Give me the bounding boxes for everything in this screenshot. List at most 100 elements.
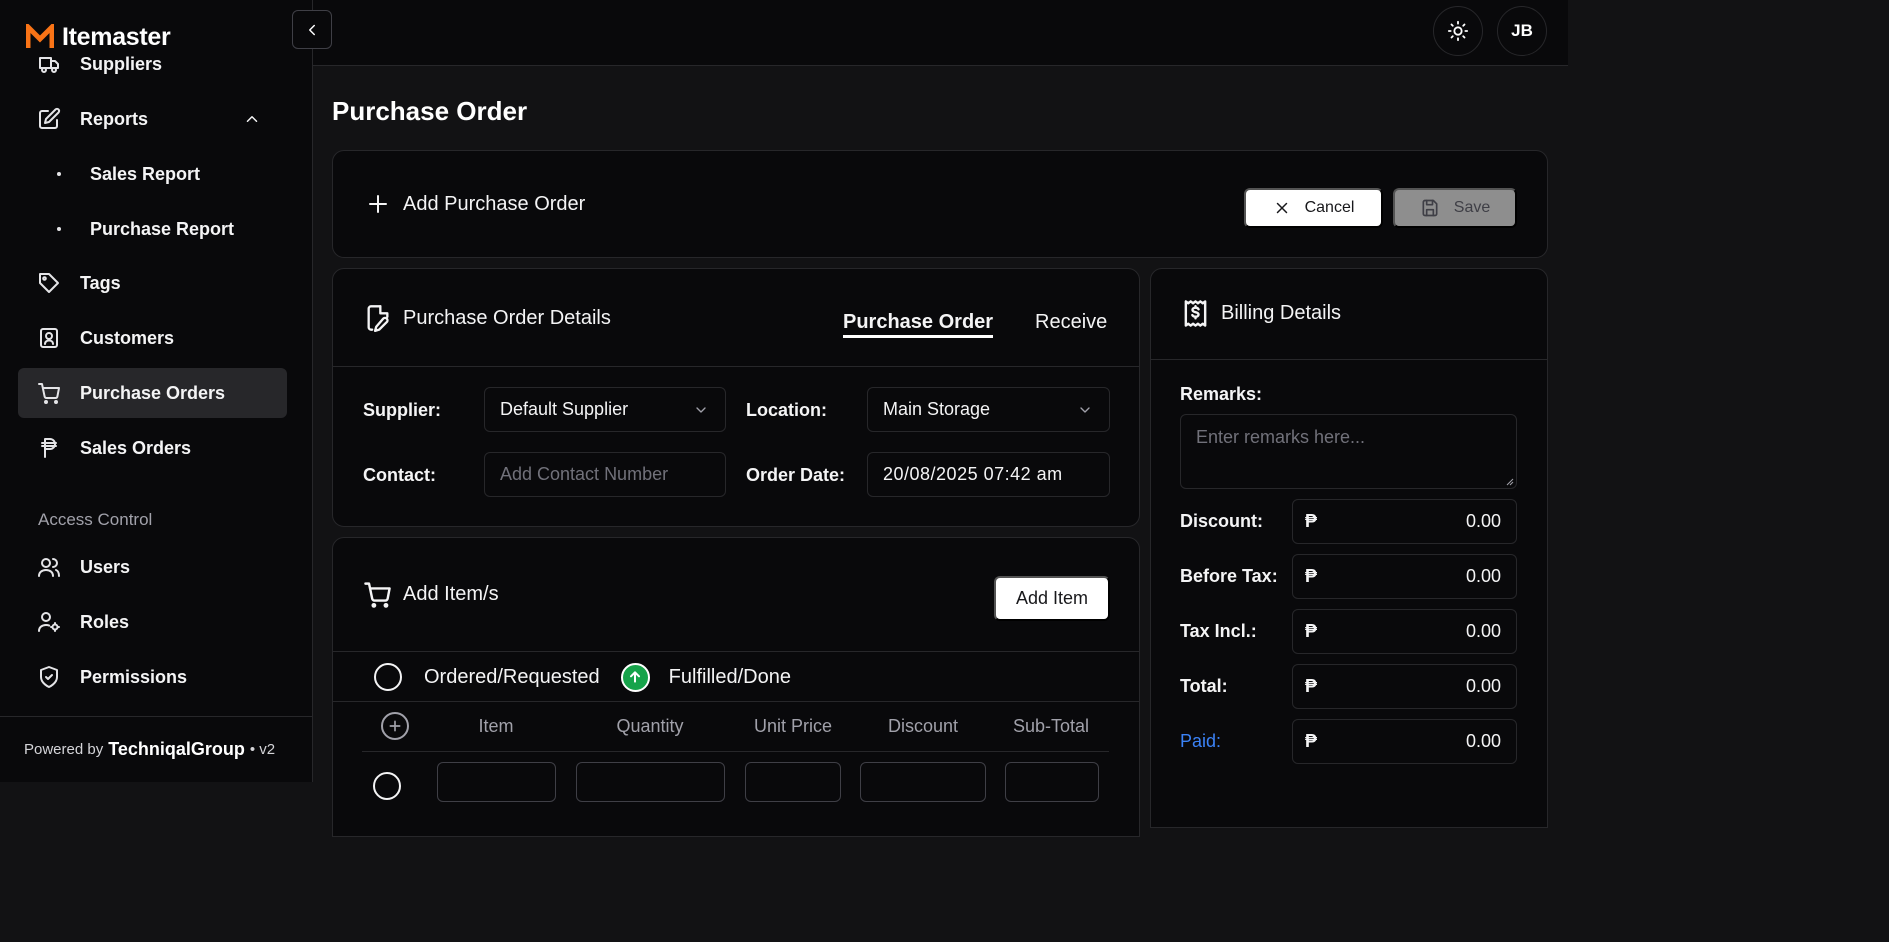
sun-icon <box>1447 20 1469 42</box>
footer-prefix: Powered by <box>24 741 104 758</box>
items-title: Add Item/s <box>403 583 499 605</box>
column-header-subtotal: Sub-Total <box>1012 716 1090 736</box>
plus-icon <box>389 720 401 732</box>
add-item-button[interactable]: Add Item <box>994 576 1110 621</box>
tax-incl-field: ₱ 0.00 <box>1292 609 1517 654</box>
sidebar-item-label: Customers <box>80 327 175 348</box>
contact-input[interactable]: Add Contact Number <box>484 452 726 497</box>
sidebar-item-label: Reports <box>80 108 149 129</box>
paid-label[interactable]: Paid: <box>1180 731 1221 752</box>
cancel-button[interactable]: Cancel <box>1244 188 1383 228</box>
contact-label: Contact: <box>363 465 436 485</box>
sidebar-subitem-label: Sales Report <box>90 163 201 184</box>
fulfilled-arrow-up-icon <box>620 662 650 692</box>
before-tax-label: Before Tax: <box>1180 566 1278 586</box>
file-edit-icon <box>367 305 389 332</box>
tab-receive[interactable]: Receive <box>1035 311 1107 334</box>
collapse-sidebar-button[interactable] <box>292 10 332 49</box>
row-unit-price-input[interactable] <box>745 762 841 802</box>
billing-title: Billing Details <box>1221 302 1342 324</box>
column-header-unit-price: Unit Price <box>753 716 833 736</box>
sidebar-item-sales-report[interactable]: Sales Report <box>0 154 312 194</box>
ordered-circle-icon <box>374 663 402 691</box>
add-row-button[interactable] <box>381 712 409 740</box>
close-icon <box>1276 202 1287 214</box>
sidebar-item-label: Suppliers <box>80 53 163 74</box>
billing-header: Billing Details <box>1181 299 1341 328</box>
m-logo-icon <box>26 24 54 48</box>
remarks-placeholder: Enter remarks here... <box>1196 427 1366 447</box>
row-quantity-input[interactable] <box>576 762 725 802</box>
order-date-input[interactable]: 20/08/2025 07:42 am <box>867 452 1110 497</box>
row-status-circle-icon[interactable] <box>373 772 401 800</box>
purchase-order-details-card: Purchase Order Details Purchase Order Re… <box>332 268 1140 527</box>
sidebar-footer: Powered by TechniqalGroup • v2 <box>0 716 312 782</box>
cancel-label: Cancel <box>1304 199 1355 216</box>
before-tax-value: 0.00 <box>1465 566 1501 586</box>
discount-value: 0.00 <box>1465 511 1501 531</box>
sidebar-item-label: Roles <box>80 611 130 632</box>
status-legend: Ordered/Requested Fulfilled/Done <box>374 662 791 692</box>
tag-icon <box>39 273 59 293</box>
contact-placeholder: Add Contact Number <box>500 464 669 484</box>
add-purchase-order-header: Add Purchase Order <box>366 192 585 216</box>
resize-handle-icon[interactable] <box>1504 476 1514 486</box>
edit-note-icon <box>39 107 61 129</box>
sidebar-item-label: Users <box>80 556 131 577</box>
chevron-up-icon <box>246 116 258 122</box>
brand-logo[interactable]: Itemaster <box>26 22 171 52</box>
tax-incl-label: Tax Incl.: <box>1180 621 1257 641</box>
paid-field[interactable]: ₱ 0.00 <box>1292 719 1517 764</box>
divider <box>333 366 1139 367</box>
supplier-label: Supplier: <box>363 400 442 420</box>
theme-toggle-button[interactable] <box>1433 6 1483 56</box>
save-label: Save <box>1453 199 1491 216</box>
brand-name: Itemaster <box>62 22 171 51</box>
sidebar-item-purchase-orders[interactable]: Purchase Orders <box>18 368 287 418</box>
action-bar-card: Add Purchase Order Cancel Save <box>332 150 1548 258</box>
sidebar-item-customers[interactable]: Customers <box>18 313 287 363</box>
location-select[interactable]: Main Storage <box>867 387 1110 432</box>
discount-label: Discount: <box>1180 511 1263 531</box>
discount-field[interactable]: ₱ 0.00 <box>1292 499 1517 544</box>
sidebar-item-sales-orders[interactable]: Sales Orders <box>18 423 287 473</box>
legend-fulfilled: Fulfilled/Done <box>668 665 791 688</box>
row-subtotal-field <box>1005 762 1099 802</box>
sidebar-item-users[interactable]: Users <box>18 542 287 592</box>
shield-check-icon <box>40 666 58 688</box>
supplier-select[interactable]: Default Supplier <box>484 387 726 432</box>
location-label: Location: <box>746 400 827 420</box>
page-title: Purchase Order <box>332 96 528 126</box>
sidebar: Itemaster Suppliers Reports Sales Report… <box>0 0 313 782</box>
receipt-icon <box>1184 300 1207 327</box>
remarks-textarea[interactable]: Enter remarks here... <box>1180 414 1517 489</box>
remarks-label: Remarks: <box>1180 384 1263 404</box>
details-header: Purchase Order Details <box>364 304 611 332</box>
row-discount-input[interactable] <box>860 762 986 802</box>
tab-purchase-order[interactable]: Purchase Order <box>843 311 994 338</box>
cart-icon <box>38 383 60 404</box>
sidebar-item-roles[interactable]: Roles <box>18 597 287 647</box>
currency-symbol: ₱ <box>1305 621 1318 641</box>
sidebar-item-tags[interactable]: Tags <box>18 258 287 308</box>
avatar[interactable]: JB <box>1497 6 1547 56</box>
truck-icon <box>39 57 59 73</box>
topbar: JB <box>313 0 1568 66</box>
footer-brand[interactable]: TechniqalGroup <box>108 739 245 760</box>
sidebar-item-permissions[interactable]: Permissions <box>18 652 287 702</box>
row-item-select[interactable] <box>437 762 556 802</box>
sidebar-item-reports[interactable]: Reports <box>18 94 287 144</box>
before-tax-field: ₱ 0.00 <box>1292 554 1517 599</box>
save-button[interactable]: Save <box>1393 188 1517 228</box>
cart-icon <box>364 582 391 608</box>
column-header-quantity: Quantity <box>616 716 684 736</box>
plus-icon <box>369 195 387 213</box>
footer-version: • v2 <box>249 741 276 758</box>
peso-icon <box>41 438 57 458</box>
location-value: Main Storage <box>883 399 991 419</box>
divider <box>333 651 1139 652</box>
column-header-discount: Discount <box>887 716 959 736</box>
sidebar-item-purchase-report[interactable]: Purchase Report <box>0 209 312 249</box>
total-field: ₱ 0.00 <box>1292 664 1517 709</box>
sidebar-item-label: Sales Orders <box>80 437 192 458</box>
